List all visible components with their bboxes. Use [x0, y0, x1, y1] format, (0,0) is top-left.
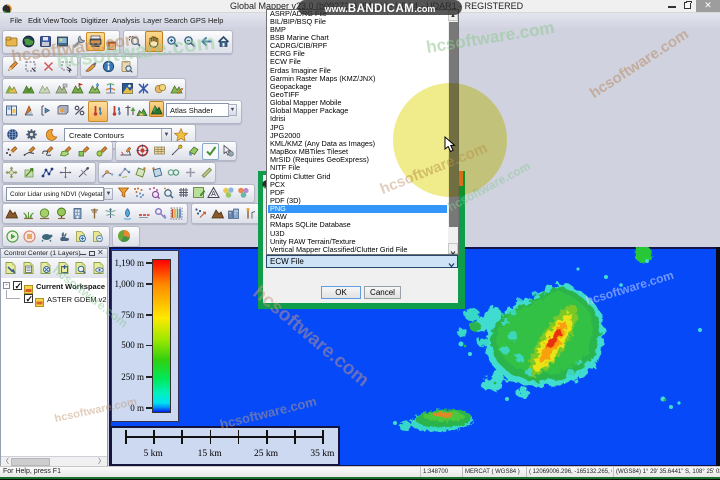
svg-text:A: A [211, 191, 216, 198]
